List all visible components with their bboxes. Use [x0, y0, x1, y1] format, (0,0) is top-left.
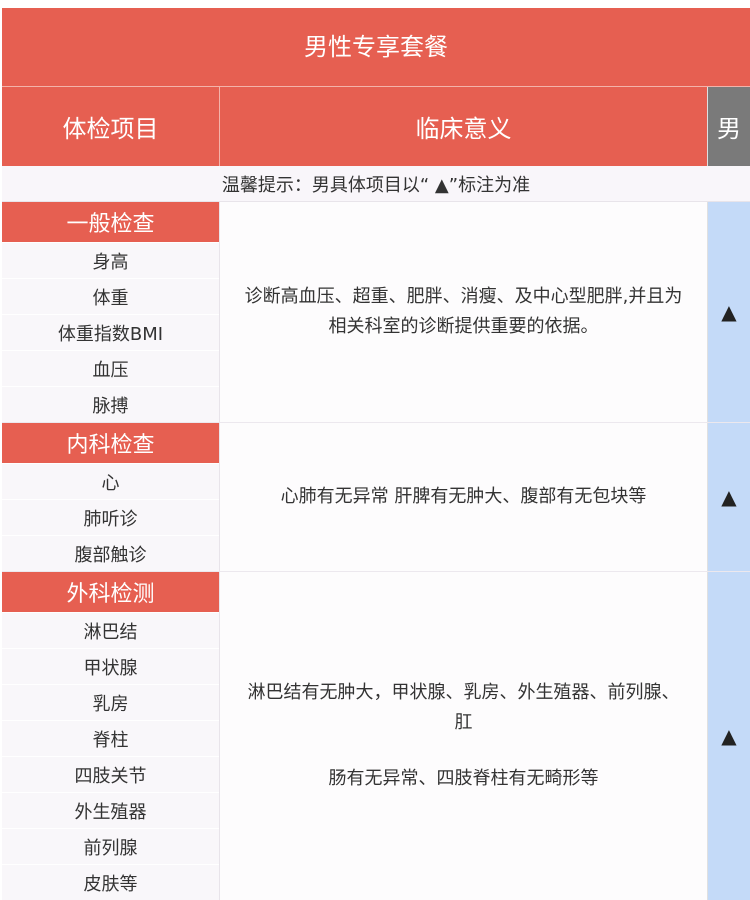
header-item: 体检项目 — [2, 87, 220, 166]
meaning-line: 诊断高血压、超重、肥胖、消瘦、及中心型肥胖,并且为 — [244, 286, 683, 307]
meaning-line: 肠有无异常、四肢脊柱有无畸形等 — [328, 768, 599, 789]
list-item: 脊柱 — [2, 720, 219, 756]
section-items: 外科检测 淋巴结 甲状腺 乳房 脊柱 四肢关节 外生殖器 前列腺 皮肤等 — [2, 572, 220, 900]
section-heading: 内科检查 — [2, 423, 219, 463]
tip-text: 温馨提示：男具体项目以“ ▲”标注为准 — [2, 166, 750, 202]
header-gender: 男 — [707, 87, 750, 166]
list-item: 脉搏 — [2, 386, 219, 422]
clinical-meaning: 诊断高血压、超重、肥胖、消瘦、及中心型肥胖,并且为 相关科室的诊断提供重要的依据… — [220, 202, 707, 422]
meaning-line: 相关科室的诊断提供重要的依据。 — [328, 316, 599, 337]
list-item: 身高 — [2, 242, 219, 278]
list-item: 皮肤等 — [2, 864, 219, 900]
meaning-line: 心肺有无异常 肝脾有无肿大、腹部有无包块等 — [280, 486, 647, 507]
section-items: 一般检查 身高 体重 体重指数BMI 血压 脉搏 — [2, 202, 220, 422]
included-mark: ▲ — [707, 423, 750, 571]
list-item: 体重指数BMI — [2, 314, 219, 350]
package-table: 男性专享套餐 体检项目 临床意义 男 温馨提示：男具体项目以“ ▲”标注为准 一… — [2, 8, 750, 900]
included-mark: ▲ — [707, 202, 750, 422]
list-item: 淋巴结 — [2, 612, 219, 648]
meaning-line: 淋巴结有无肿大，甲状腺、乳房、外生殖器、前列腺、 — [247, 682, 680, 703]
clinical-meaning: 淋巴结有无肿大，甲状腺、乳房、外生殖器、前列腺、 肛 肠有无异常、四肢脊柱有无畸… — [220, 572, 707, 900]
list-item: 前列腺 — [2, 828, 219, 864]
included-mark: ▲ — [707, 572, 750, 900]
section-items: 内科检查 心 肺听诊 腹部触诊 — [2, 423, 220, 571]
meaning-line: 肛 — [454, 712, 473, 733]
package-title: 男性专享套餐 — [2, 8, 750, 87]
section-surgical: 外科检测 淋巴结 甲状腺 乳房 脊柱 四肢关节 外生殖器 前列腺 皮肤等 淋巴结… — [2, 572, 750, 900]
page: 男性专享套餐 体检项目 临床意义 男 温馨提示：男具体项目以“ ▲”标注为准 一… — [0, 0, 750, 900]
section-general: 一般检查 身高 体重 体重指数BMI 血压 脉搏 诊断高血压、超重、肥胖、消瘦、… — [2, 202, 750, 423]
list-item: 外生殖器 — [2, 792, 219, 828]
clinical-meaning: 心肺有无异常 肝脾有无肿大、腹部有无包块等 — [220, 423, 707, 571]
section-heading: 一般检查 — [2, 202, 219, 242]
header-meaning: 临床意义 — [220, 87, 707, 166]
header-row: 体检项目 临床意义 男 — [2, 87, 750, 166]
section-internal: 内科检查 心 肺听诊 腹部触诊 心肺有无异常 肝脾有无肿大、腹部有无包块等 ▲ — [2, 423, 750, 572]
list-item: 腹部触诊 — [2, 535, 219, 571]
list-item: 甲状腺 — [2, 648, 219, 684]
list-item: 乳房 — [2, 684, 219, 720]
list-item: 肺听诊 — [2, 499, 219, 535]
list-item: 体重 — [2, 278, 219, 314]
list-item: 四肢关节 — [2, 756, 219, 792]
list-item: 心 — [2, 463, 219, 499]
list-item: 血压 — [2, 350, 219, 386]
section-heading: 外科检测 — [2, 572, 219, 612]
